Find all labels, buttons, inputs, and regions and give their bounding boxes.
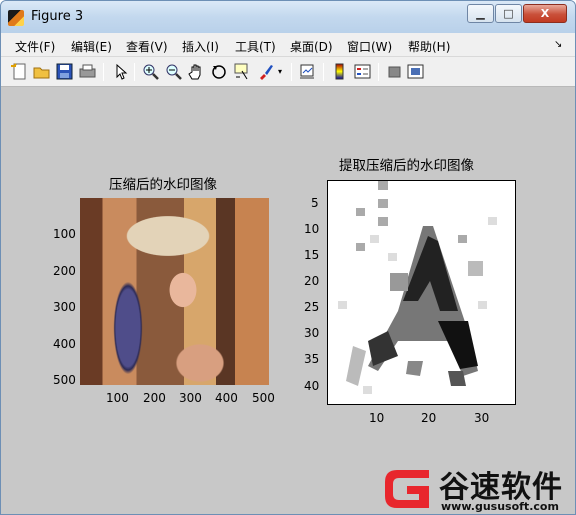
gusu-brand-url: www.gususoft.com — [441, 500, 559, 513]
right-axes-title: 提取压缩后的水印图像 — [339, 158, 474, 174]
close-button[interactable]: X — [523, 4, 567, 23]
window-title: Figure 3 — [31, 9, 84, 24]
gusu-logo: 谷速软件 www.gususoft.com — [379, 460, 575, 514]
left-ytick-label: 400 — [53, 337, 76, 351]
right-ytick-label: 35 — [304, 352, 320, 366]
left-ytick-label: 300 — [53, 300, 76, 314]
toolbar-separator — [291, 63, 292, 81]
gusu-g-logo-icon — [385, 470, 429, 508]
menu-dock-icon[interactable]: ↘ — [554, 39, 562, 50]
extracted-watermark-image — [338, 181, 497, 394]
toolbar-separator — [323, 63, 324, 81]
right-ytick-label: 15 — [304, 248, 320, 262]
left-xtick-label: 300 — [179, 391, 202, 405]
brush-icon[interactable] — [257, 63, 274, 80]
toolbar-separator — [378, 63, 379, 81]
save-icon[interactable] — [56, 63, 73, 80]
menu-view[interactable]: 查看(V) — [126, 38, 168, 55]
menu-help[interactable]: 帮助(H) — [408, 38, 450, 55]
right-ytick-label: 20 — [304, 274, 320, 288]
left-xtick-label: 500 — [252, 391, 275, 405]
menu-edit[interactable]: 编辑(E) — [71, 38, 112, 55]
pointer-icon[interactable] — [112, 63, 129, 80]
legend-icon[interactable] — [354, 63, 371, 80]
minimize-button[interactable]: ▁ — [467, 4, 494, 23]
left-xtick-label: 100 — [106, 391, 129, 405]
show-plot-tools-icon[interactable] — [407, 63, 424, 80]
maximize-button[interactable]: □ — [495, 4, 522, 23]
menu-window[interactable]: 窗口(W) — [347, 38, 392, 55]
zoom-in-icon[interactable] — [142, 63, 159, 80]
toolbar-separator — [103, 63, 104, 81]
right-ytick-label: 30 — [304, 326, 320, 340]
colorbar-icon[interactable] — [331, 63, 348, 80]
toolbar-separator — [134, 63, 135, 81]
rotate-3d-icon[interactable] — [211, 63, 228, 80]
right-ytick-label: 40 — [304, 379, 320, 393]
right-image-axes[interactable] — [327, 180, 516, 405]
left-image-axes[interactable] — [80, 198, 269, 385]
left-ytick-label: 200 — [53, 264, 76, 278]
left-xtick-label: 400 — [215, 391, 238, 405]
menu-desktop[interactable]: 桌面(D) — [290, 38, 333, 55]
zoom-out-icon[interactable] — [165, 63, 182, 80]
data-cursor-icon[interactable] — [234, 63, 251, 80]
menu-bar: 文件(F) 编辑(E) 查看(V) 插入(I) 工具(T) 桌面(D) 窗口(W… — [1, 33, 575, 57]
right-ytick-label: 5 — [311, 196, 319, 210]
right-xtick-label: 20 — [421, 411, 437, 425]
pan-hand-icon[interactable] — [188, 63, 205, 80]
menu-file[interactable]: 文件(F) — [15, 38, 55, 55]
new-figure-icon[interactable] — [11, 63, 28, 80]
figure-window: Figure 3 ▁ □ X 文件(F) 编辑(E) 查看(V) 插入(I) 工… — [0, 0, 576, 515]
left-xtick-label: 200 — [143, 391, 166, 405]
left-ytick-label: 500 — [53, 373, 76, 387]
menu-insert[interactable]: 插入(I) — [182, 38, 219, 55]
matlab-icon — [8, 10, 24, 26]
left-ytick-label: 100 — [53, 227, 76, 241]
figure-toolbar: ▾ — [1, 57, 575, 87]
lena-image — [80, 198, 269, 385]
title-bar[interactable]: Figure 3 ▁ □ X — [1, 1, 575, 33]
hide-plot-tools-icon[interactable] — [386, 63, 403, 80]
right-xtick-label: 30 — [474, 411, 490, 425]
link-plot-icon[interactable] — [299, 63, 316, 80]
print-icon[interactable] — [79, 63, 96, 80]
menu-tools[interactable]: 工具(T) — [235, 38, 276, 55]
right-xtick-label: 10 — [369, 411, 385, 425]
open-file-icon[interactable] — [33, 63, 50, 80]
right-ytick-label: 25 — [304, 300, 320, 314]
brush-dropdown-icon[interactable]: ▾ — [275, 63, 285, 80]
left-axes-title: 压缩后的水印图像 — [109, 177, 217, 193]
right-ytick-label: 10 — [304, 222, 320, 236]
